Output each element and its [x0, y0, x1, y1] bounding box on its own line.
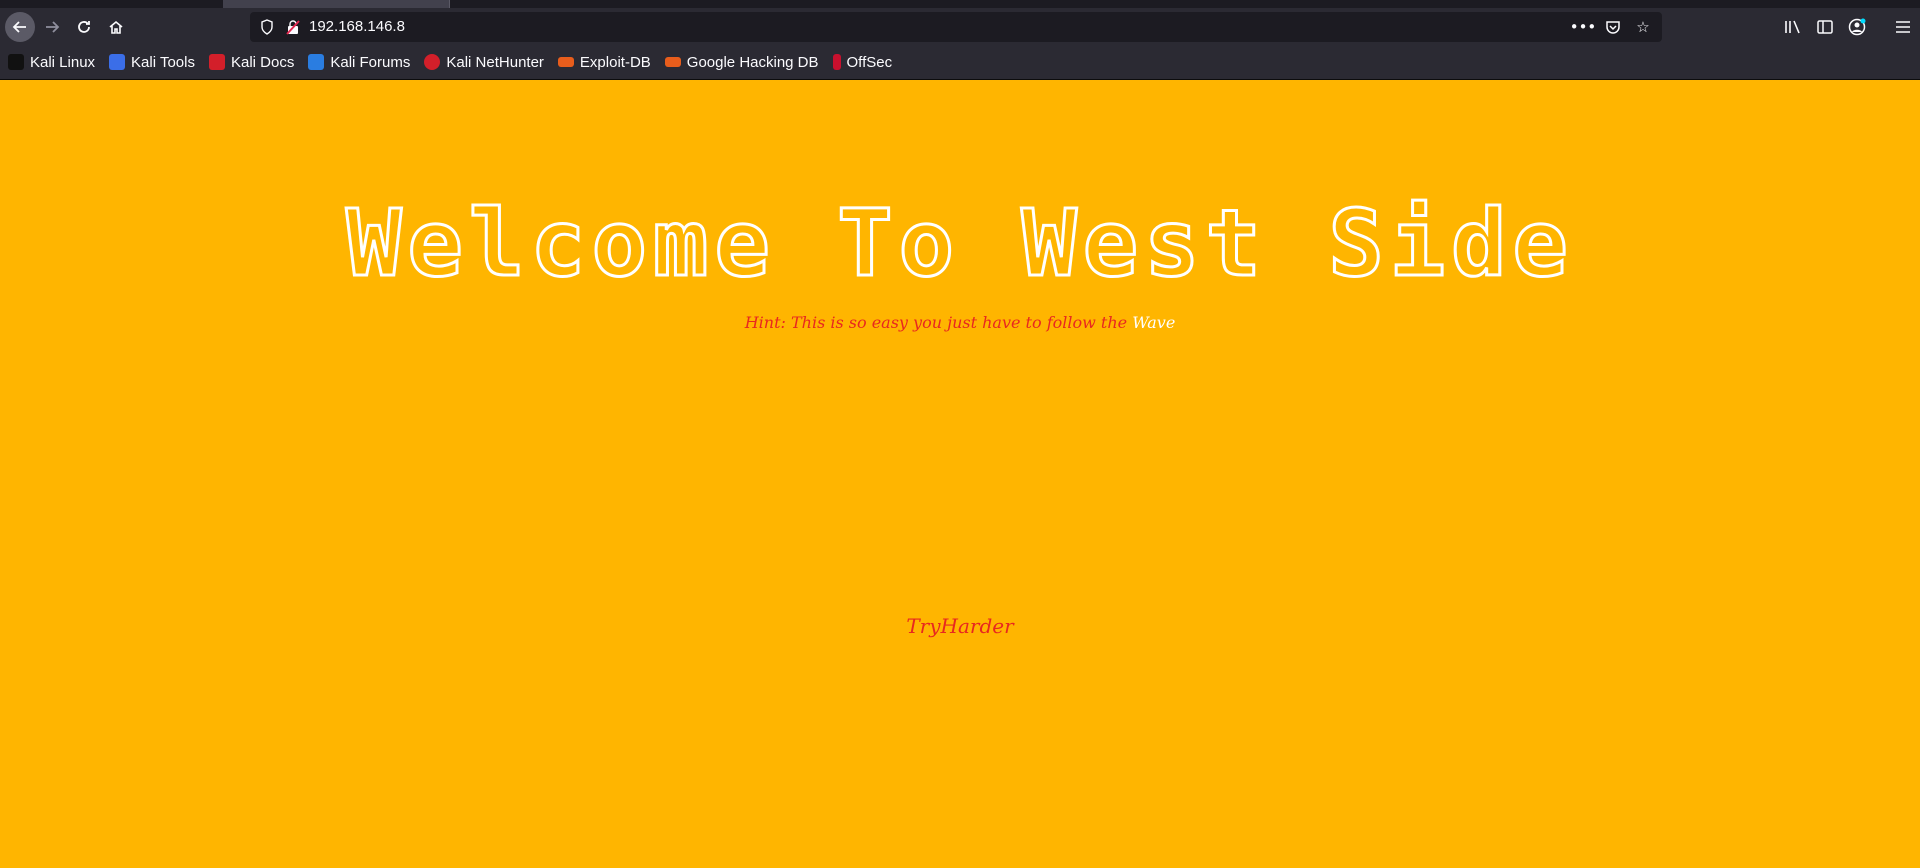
kali-tools-icon	[109, 54, 126, 70]
bookmark-kali-linux[interactable]: Kali Linux	[8, 54, 95, 71]
reload-button[interactable]	[69, 12, 99, 42]
address-bar[interactable]: 192.168.146.8 ••• ☆	[250, 12, 1662, 42]
page-content: Welcome To West Side Hint: This is so ea…	[0, 80, 1920, 868]
url-actions: ••• ☆	[1570, 16, 1654, 38]
back-arrow-icon	[12, 21, 26, 33]
bookmark-google-hacking-db[interactable]: Google Hacking DB	[664, 53, 819, 71]
ghdb-icon	[664, 57, 681, 67]
url-text[interactable]: 192.168.146.8	[309, 17, 405, 37]
exploit-db-icon	[557, 57, 574, 67]
bookmark-label: Exploit-DB	[579, 53, 651, 71]
library-icon[interactable]	[1778, 12, 1808, 42]
navigation-toolbar: 192.168.146.8 ••• ☆	[0, 8, 1920, 46]
bookmark-kali-forums[interactable]: Kali Forums	[308, 54, 410, 71]
active-tab[interactable]	[223, 0, 450, 8]
reload-icon	[78, 21, 90, 33]
bookmark-kali-tools[interactable]: Kali Tools	[109, 54, 195, 71]
browser-chrome: 192.168.146.8 ••• ☆ Kali Linux Kali Tool…	[0, 0, 1920, 80]
bookmark-label: OffSec	[846, 53, 893, 71]
hint-highlight-wave: Wave	[1132, 313, 1176, 332]
tab-strip	[0, 0, 1920, 8]
tracking-protection-shield-icon[interactable]	[260, 19, 274, 35]
kali-dragon-icon	[8, 54, 24, 70]
kali-docs-icon	[208, 54, 225, 70]
bookmark-label: Kali Linux	[30, 53, 96, 71]
forward-arrow-icon	[46, 21, 60, 33]
bookmark-label: Kali NetHunter	[446, 53, 544, 71]
offsec-icon	[832, 54, 841, 70]
hint-prefix: Hint: This is so easy you just have to f…	[744, 313, 1133, 332]
bookmark-label: Kali Forums	[330, 53, 411, 71]
page-actions-ellipsis-icon[interactable]: •••	[1570, 16, 1597, 38]
bookmark-label: Google Hacking DB	[686, 53, 819, 71]
home-button[interactable]	[101, 12, 131, 42]
tryharder-text: TryHarder	[906, 614, 1014, 638]
bookmark-kali-docs[interactable]: Kali Docs	[208, 53, 295, 71]
bookmark-exploit-db[interactable]: Exploit-DB	[557, 53, 651, 71]
right-toolbar	[1778, 12, 1920, 42]
bookmark-offsec[interactable]: OffSec	[832, 53, 893, 71]
bookmark-kali-nethunter[interactable]: Kali NetHunter	[424, 54, 544, 71]
forward-button[interactable]	[37, 12, 67, 42]
kali-forums-icon	[308, 54, 325, 70]
back-button[interactable]	[5, 12, 35, 42]
bookmark-label: Kali Tools	[131, 53, 195, 71]
kali-nethunter-icon	[424, 54, 441, 70]
home-icon	[109, 20, 123, 34]
pocket-icon[interactable]	[1602, 16, 1624, 38]
bookmark-label: Kali Docs	[230, 53, 295, 71]
hamburger-menu-icon[interactable]	[1888, 12, 1918, 42]
account-icon[interactable]	[1842, 12, 1872, 42]
bookmark-star-icon[interactable]: ☆	[1632, 16, 1654, 38]
sidebar-toggle-icon[interactable]	[1810, 12, 1840, 42]
page-heading: Welcome To West Side	[345, 189, 1574, 299]
hint-text: Hint: This is so easy you just have to f…	[0, 313, 1920, 332]
insecure-connection-icon[interactable]	[286, 19, 300, 35]
bookmarks-toolbar: Kali Linux Kali Tools Kali Docs Kali For…	[0, 48, 1920, 76]
